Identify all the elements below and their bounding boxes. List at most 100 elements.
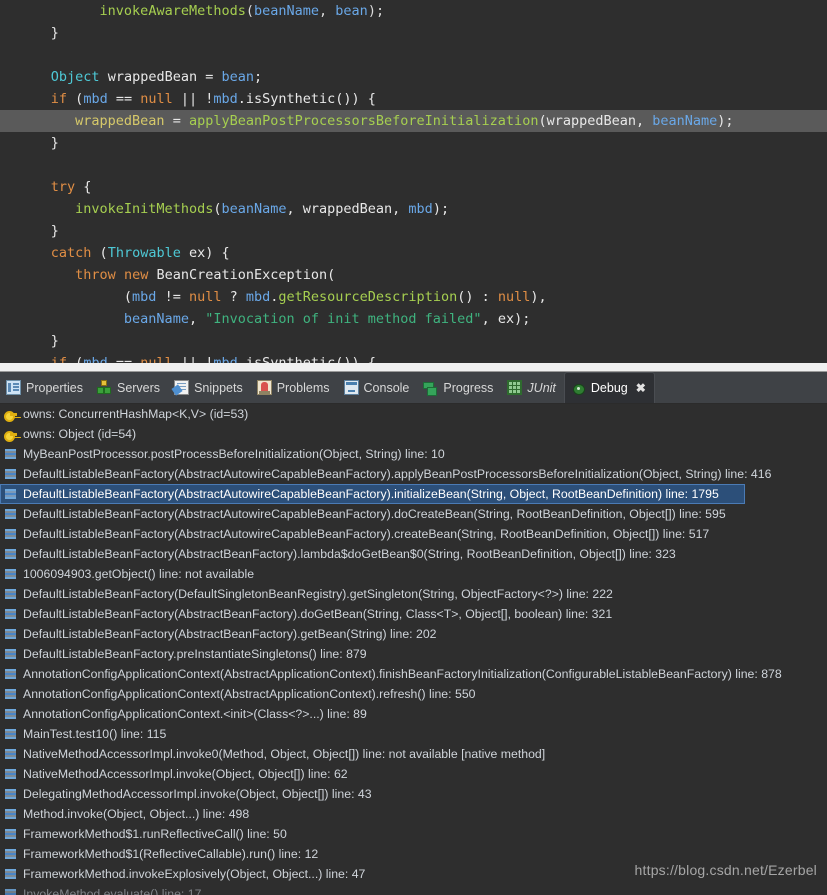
tab-console[interactable]: Console xyxy=(338,372,418,403)
stack-frame-row[interactable]: DefaultListableBeanFactory(AbstractBeanF… xyxy=(0,544,827,564)
code-token: BeanCreationException( xyxy=(148,267,336,283)
tab-progress[interactable]: Progress xyxy=(417,372,501,403)
stack-frame-row[interactable]: DefaultListableBeanFactory(AbstractAutow… xyxy=(0,504,827,524)
code-line-highlighted[interactable]: wrappedBean = applyBeanPostProcessorsBef… xyxy=(0,110,827,132)
stack-frame-icon xyxy=(4,848,17,861)
stack-frame-row[interactable]: DefaultListableBeanFactory(AbstractBeanF… xyxy=(0,604,827,624)
stack-frame-row[interactable]: owns: Object (id=54) xyxy=(0,424,827,444)
code-token: Object xyxy=(50,69,100,85)
code-editor[interactable]: invokeAwareMethods(beanName, bean); } Ob… xyxy=(0,0,827,363)
code-token: try xyxy=(50,179,76,195)
tab-problems[interactable]: Problems xyxy=(251,372,338,403)
stack-frame-row[interactable]: Method.invoke(Object, Object...) line: 4… xyxy=(0,804,827,824)
code-token: mbd xyxy=(213,91,238,107)
tab-servers[interactable]: Servers xyxy=(91,372,168,403)
tab-debug[interactable]: Debug ✖ xyxy=(563,372,655,403)
stack-frame-row[interactable]: AnnotationConfigApplicationContext(Abstr… xyxy=(0,684,827,704)
code-token: ), xyxy=(530,289,547,305)
stack-frame-row[interactable]: DefaultListableBeanFactory(AbstractBeanF… xyxy=(0,624,827,644)
tab-label: Properties xyxy=(26,380,83,395)
code-line[interactable] xyxy=(0,44,827,66)
debug-stack-frames-list[interactable]: owns: ConcurrentHashMap<K,V> (id=53) owns… xyxy=(0,404,827,895)
view-tab-bar[interactable]: Properties Servers Snippets Problems Console… xyxy=(0,372,827,404)
stack-frame-icon xyxy=(4,868,17,881)
code-line[interactable] xyxy=(0,154,827,176)
code-token: getResourceDescription xyxy=(278,289,458,305)
stack-frame-row[interactable]: DefaultListableBeanFactory.preInstantiat… xyxy=(0,644,827,664)
tab-junit[interactable]: JUnit xyxy=(501,372,563,403)
code-token: () : xyxy=(457,289,498,305)
code-token: null xyxy=(140,91,173,107)
code-token: ? xyxy=(221,289,246,305)
stack-frame-row[interactable]: DelegatingMethodAccessorImpl.invoke(Obje… xyxy=(0,784,827,804)
stack-frame-row[interactable]: DefaultListableBeanFactory(DefaultSingle… xyxy=(0,584,827,604)
stack-frame-row[interactable]: DefaultListableBeanFactory(AbstractAutow… xyxy=(0,464,827,484)
code-token: } xyxy=(2,333,59,349)
stack-frame-label: DefaultListableBeanFactory(AbstractBeanF… xyxy=(23,607,613,621)
code-line[interactable]: } xyxy=(0,22,827,44)
debug-icon xyxy=(571,381,586,396)
stack-frame-row[interactable]: InvokeMethod.evaluate() line: 17 xyxy=(0,884,827,895)
stack-frame-row[interactable]: MainTest.test10() line: 115 xyxy=(0,724,827,744)
stack-frame-row[interactable]: FrameworkMethod$1(ReflectiveCallable).ru… xyxy=(0,844,827,864)
code-token: applyBeanPostProcessorsBeforeInitializat… xyxy=(188,113,539,129)
code-token: } xyxy=(2,25,59,41)
code-token: if xyxy=(50,355,68,363)
code-line[interactable]: try { xyxy=(0,176,827,198)
stack-frame-label: owns: ConcurrentHashMap<K,V> (id=53) xyxy=(23,407,249,421)
stack-frame-row[interactable]: AnnotationConfigApplicationContext.<init… xyxy=(0,704,827,724)
stack-frame-icon xyxy=(4,688,17,701)
stack-frame-icon xyxy=(4,468,17,481)
stack-frame-label: DefaultListableBeanFactory(AbstractBeanF… xyxy=(23,627,437,641)
stack-frame-row-selected[interactable]: DefaultListableBeanFactory(AbstractAutow… xyxy=(0,484,745,504)
close-icon[interactable]: ✖ xyxy=(636,382,646,394)
code-line[interactable]: beanName, "Invocation of init method fai… xyxy=(0,308,827,330)
stack-frame-icon xyxy=(4,668,17,681)
stack-frame-row[interactable]: AnnotationConfigApplicationContext(Abstr… xyxy=(0,664,827,684)
code-line[interactable]: } xyxy=(0,132,827,154)
code-line[interactable]: invokeAwareMethods(beanName, bean); xyxy=(0,0,827,22)
stack-frame-icon xyxy=(4,728,17,741)
code-token: wrappedBean xyxy=(75,113,165,129)
code-token: { xyxy=(75,179,92,195)
stack-frame-label: DelegatingMethodAccessorImpl.invoke(Obje… xyxy=(23,787,372,801)
stack-frame-icon xyxy=(4,708,17,721)
problems-icon xyxy=(256,380,272,395)
stack-frame-label: AnnotationConfigApplicationContext(Abstr… xyxy=(23,667,782,681)
stack-frame-row[interactable]: owns: ConcurrentHashMap<K,V> (id=53) xyxy=(0,404,827,424)
code-token: beanName xyxy=(254,3,320,19)
code-line[interactable]: } xyxy=(0,220,827,242)
stack-frame-row[interactable]: DefaultListableBeanFactory(AbstractAutow… xyxy=(0,524,827,544)
stack-frame-icon xyxy=(4,588,17,601)
code-token: ); xyxy=(367,3,385,19)
code-line[interactable]: catch (Throwable ex) { xyxy=(0,242,827,264)
stack-frame-icon xyxy=(4,768,17,781)
stack-frame-row[interactable]: NativeMethodAccessorImpl.invoke(Object, … xyxy=(0,764,827,784)
code-line[interactable]: if (mbd == null || !mbd.isSynthetic()) { xyxy=(0,88,827,110)
stack-frame-label: DefaultListableBeanFactory.preInstantiat… xyxy=(23,647,367,661)
code-line[interactable]: if (mbd == null || !mbd.isSynthetic()) { xyxy=(0,352,827,363)
code-token: || ! xyxy=(172,91,214,107)
stack-frame-label: DefaultListableBeanFactory(AbstractAutow… xyxy=(23,487,719,501)
code-line[interactable]: (mbd != null ? mbd.getResourceDescriptio… xyxy=(0,286,827,308)
panel-splitter-sash[interactable] xyxy=(0,363,827,372)
code-line[interactable]: invokeInitMethods(beanName, wrappedBean,… xyxy=(0,198,827,220)
stack-frame-row[interactable]: FrameworkMethod$1.runReflectiveCall() li… xyxy=(0,824,827,844)
code-line[interactable]: Object wrappedBean = bean; xyxy=(0,66,827,88)
tab-snippets[interactable]: Snippets xyxy=(168,372,251,403)
stack-frame-row[interactable]: 1006094903.getObject() line: not availab… xyxy=(0,564,827,584)
stack-frame-label: NativeMethodAccessorImpl.invoke(Object, … xyxy=(23,767,348,781)
code-line[interactable]: throw new BeanCreationException( xyxy=(0,264,827,286)
code-token: (wrappedBean, xyxy=(538,113,653,129)
code-line[interactable]: } xyxy=(0,330,827,352)
code-token: != xyxy=(156,289,189,305)
stack-frame-icon xyxy=(4,448,17,461)
tab-properties[interactable]: Properties xyxy=(0,372,91,403)
code-token: } xyxy=(2,223,59,239)
tab-label: Console xyxy=(363,380,410,395)
stack-frame-label: 1006094903.getObject() line: not availab… xyxy=(23,567,255,581)
stack-frame-row[interactable]: NativeMethodAccessorImpl.invoke0(Method,… xyxy=(0,744,827,764)
stack-frame-row[interactable]: MyBeanPostProcessor.postProcessBeforeIni… xyxy=(0,444,827,464)
